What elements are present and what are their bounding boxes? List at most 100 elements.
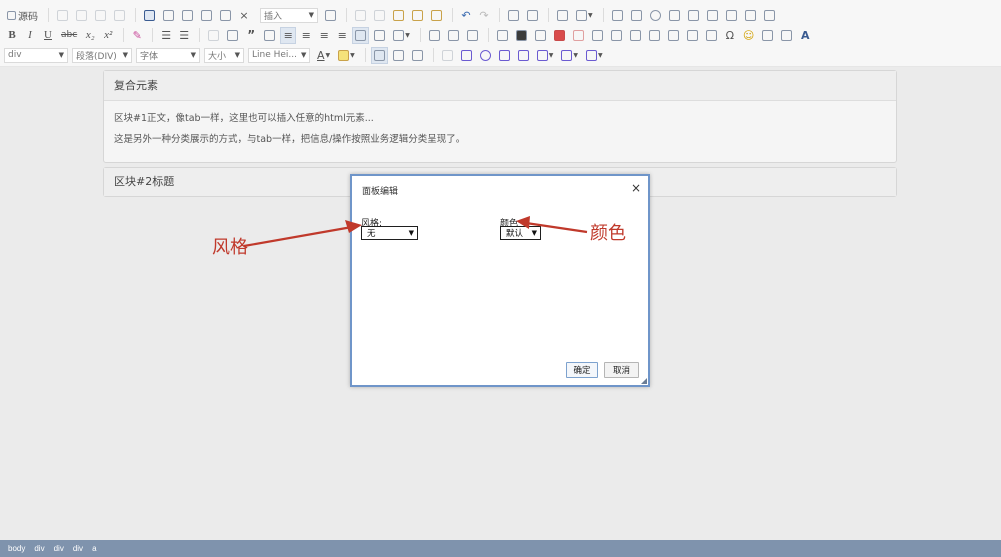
columns-button[interactable]: ▼: [558, 47, 581, 64]
media-button[interactable]: [608, 27, 625, 44]
style-select[interactable]: 无 ▼: [361, 226, 418, 240]
hidden-field-button[interactable]: [761, 7, 778, 24]
paste-word-button[interactable]: [428, 7, 445, 24]
indent-button[interactable]: [224, 27, 241, 44]
select-field-button[interactable]: [704, 7, 721, 24]
language-button[interactable]: ▼: [390, 27, 413, 44]
bg-color-button[interactable]: ▼: [335, 47, 358, 64]
layout-5-button[interactable]: [515, 47, 532, 64]
lock-button[interactable]: [217, 7, 234, 24]
iframe-button[interactable]: [570, 27, 587, 44]
show-blocks-button[interactable]: [390, 47, 407, 64]
form-button[interactable]: [609, 7, 626, 24]
new-page-button[interactable]: [160, 7, 177, 24]
path-item[interactable]: a: [92, 544, 96, 553]
subscript-button[interactable]: x₂: [82, 27, 98, 44]
bars-button[interactable]: ▼: [583, 47, 606, 64]
horizontal-rule-button[interactable]: [684, 27, 701, 44]
insert-select[interactable]: 插入 ▼: [260, 7, 318, 23]
unlink-button[interactable]: [445, 27, 462, 44]
grid-button[interactable]: ▼: [534, 47, 557, 64]
anchor-button[interactable]: [464, 27, 481, 44]
ltr-button[interactable]: [352, 26, 370, 44]
template-button[interactable]: [322, 7, 339, 24]
align-right-button[interactable]: ≡: [316, 27, 332, 44]
div-container-button[interactable]: [261, 27, 278, 44]
layout-2-button[interactable]: [458, 47, 475, 64]
paste-plain-button[interactable]: [409, 7, 426, 24]
format-block-select[interactable]: div ▼: [4, 47, 68, 63]
rtl-button[interactable]: [371, 27, 388, 44]
undo-small-button[interactable]: [92, 7, 109, 24]
layout-1-button[interactable]: [439, 47, 456, 64]
bold-button[interactable]: B: [4, 27, 20, 44]
align-center-button[interactable]: ≡: [298, 27, 314, 44]
bullet-list-button[interactable]: ☰: [176, 27, 192, 44]
video-button[interactable]: [589, 27, 606, 44]
checkbox-button[interactable]: [628, 7, 645, 24]
layout-3-button[interactable]: [477, 47, 494, 64]
radio-button[interactable]: [647, 7, 664, 24]
image-button[interactable]: [532, 27, 549, 44]
save-button[interactable]: [141, 7, 158, 24]
find-button[interactable]: [505, 7, 522, 24]
emoji-button[interactable]: ☺: [740, 27, 757, 44]
link-button[interactable]: [426, 27, 443, 44]
outdent-button[interactable]: [205, 27, 222, 44]
superscript-button[interactable]: x²: [100, 27, 116, 44]
file-button[interactable]: [759, 27, 776, 44]
blockquote-button[interactable]: ”: [243, 27, 259, 44]
redo-button[interactable]: ↷: [476, 7, 492, 24]
paragraph-select[interactable]: 段落(DIV) ▼: [72, 47, 132, 63]
font-style-button[interactable]: A: [797, 27, 813, 44]
attachment-button[interactable]: [778, 27, 795, 44]
undo-button[interactable]: ↶: [458, 7, 474, 24]
select-all-button[interactable]: [554, 7, 571, 24]
panel-heading[interactable]: 复合元素: [104, 71, 896, 101]
plugin-button[interactable]: [551, 27, 568, 44]
code-button[interactable]: [111, 7, 128, 24]
font-size-select[interactable]: 大小 ▼: [204, 47, 244, 63]
code-snippet-button[interactable]: [627, 27, 644, 44]
numbered-list-button[interactable]: ☰: [158, 27, 174, 44]
line-height-select[interactable]: Line Hei... ▼: [248, 47, 310, 63]
textfield-button[interactable]: [666, 7, 683, 24]
replace-button[interactable]: [524, 7, 541, 24]
textarea-button[interactable]: [685, 7, 702, 24]
paste-button[interactable]: [390, 7, 407, 24]
chart-button[interactable]: [494, 27, 511, 44]
layout-4-button[interactable]: [496, 47, 513, 64]
document-button[interactable]: [646, 27, 663, 44]
path-item[interactable]: body: [8, 544, 25, 553]
maximize-button[interactable]: [370, 46, 388, 64]
path-item[interactable]: div: [73, 544, 83, 553]
strike-button[interactable]: abc: [58, 27, 80, 44]
confirm-button[interactable]: 确定: [566, 362, 598, 378]
clear-format-button[interactable]: ✎: [129, 27, 145, 44]
close-icon[interactable]: ×: [631, 181, 641, 195]
page-break-button[interactable]: [703, 27, 720, 44]
panel-button[interactable]: [513, 27, 530, 44]
preview-button[interactable]: [179, 7, 196, 24]
about-button[interactable]: [409, 47, 426, 64]
source-button[interactable]: 源码: [4, 7, 41, 24]
paste-text-button[interactable]: [54, 7, 71, 24]
underline-button[interactable]: U: [40, 27, 56, 44]
copy-button[interactable]: [371, 7, 388, 24]
table-button[interactable]: [665, 27, 682, 44]
button-field-button[interactable]: [723, 7, 740, 24]
spellcheck-button[interactable]: ▼: [573, 7, 596, 24]
font-family-select[interactable]: 字体 ▼: [136, 47, 200, 63]
justify-button[interactable]: ≡: [334, 27, 350, 44]
resize-handle[interactable]: [641, 378, 647, 384]
cancel-button[interactable]: 取消: [604, 362, 639, 378]
color-select[interactable]: 默认 ▼: [500, 226, 541, 240]
path-item[interactable]: div: [34, 544, 44, 553]
text-color-button[interactable]: A ▼: [314, 47, 333, 64]
image-button-button[interactable]: [742, 7, 759, 24]
special-char-button[interactable]: Ω: [722, 27, 738, 44]
path-item[interactable]: div: [54, 544, 64, 553]
remove-format-button[interactable]: [73, 7, 90, 24]
close-editor-button[interactable]: ×: [236, 7, 252, 24]
print-button[interactable]: [198, 7, 215, 24]
